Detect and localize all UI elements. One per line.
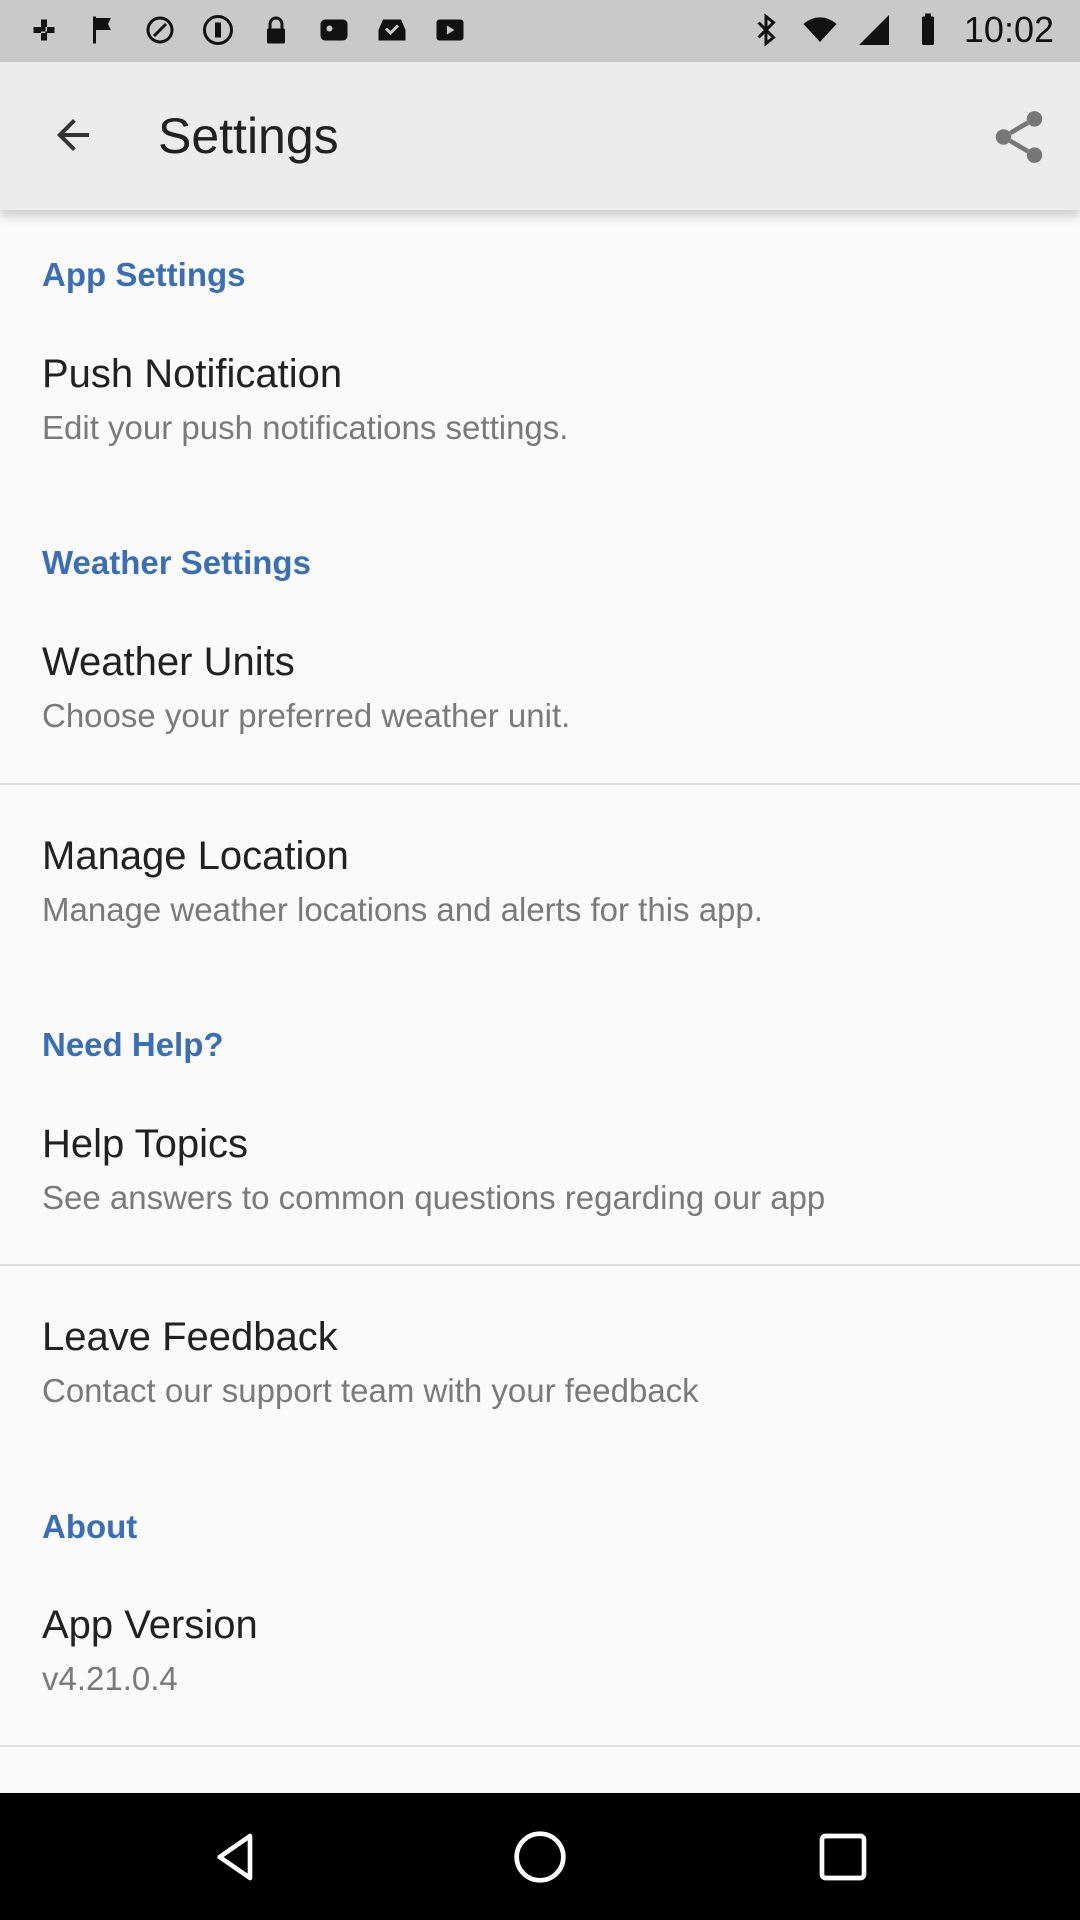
item-subtitle-manage-location: Manage weather locations and alerts for … — [42, 891, 763, 928]
bluetooth-icon — [757, 13, 776, 47]
nav-recents-button[interactable] — [803, 1817, 883, 1897]
status-bar: 10:02 — [0, 0, 1080, 62]
nav-back-button[interactable] — [196, 1817, 276, 1897]
clock: 10:02 — [963, 9, 1054, 50]
item-title-manage-location: Manage Location — [42, 834, 349, 878]
lock-icon — [267, 16, 285, 44]
item-title-leave-feedback: Leave Feedback — [42, 1315, 338, 1359]
divider — [0, 1745, 1080, 1747]
page-title: Settings — [158, 108, 339, 164]
divider — [0, 1264, 1080, 1266]
item-title-push-notification: Push Notification — [42, 352, 343, 396]
slack-icon — [33, 19, 55, 41]
inbox-check-icon — [378, 19, 406, 41]
arrow-back-icon — [57, 119, 89, 151]
item-subtitle-push-notification: Edit your push notifications settings. — [42, 409, 569, 446]
battery-icon — [921, 13, 934, 45]
navigation-bar — [0, 1793, 1080, 1920]
cell-signal-icon — [858, 15, 889, 45]
section-header-need-help: Need Help? — [42, 1026, 224, 1063]
item-title-app-version: App Version — [42, 1603, 258, 1647]
item-subtitle-help-topics: See answers to common questions regardin… — [42, 1179, 826, 1216]
item-subtitle-app-version: v4.21.0.4 — [42, 1660, 178, 1697]
triangle-back-icon — [217, 1833, 253, 1881]
item-title-help-topics: Help Topics — [42, 1122, 249, 1166]
fake-gps-icon — [146, 16, 174, 44]
back-button[interactable] — [40, 102, 106, 168]
item-title-weather-units: Weather Units — [42, 640, 295, 684]
item-subtitle-weather-units: Choose your preferred weather unit. — [42, 697, 571, 734]
item-subtitle-leave-feedback: Contact our support team with your feedb… — [42, 1372, 699, 1409]
play-icon — [436, 19, 464, 41]
square-recents-icon — [819, 1833, 867, 1881]
section-header-about: About — [42, 1508, 138, 1545]
circle-home-icon — [514, 1831, 566, 1883]
flag-icon — [93, 16, 111, 44]
wifi-icon — [803, 17, 837, 42]
app-bar: Settings — [0, 62, 1080, 210]
section-header-weather-settings: Weather Settings — [42, 544, 311, 581]
signal-circle-icon — [203, 15, 233, 45]
section-header-app-settings: App Settings — [42, 256, 246, 293]
share-icon — [995, 111, 1043, 163]
photo-icon — [320, 19, 348, 41]
share-button[interactable] — [984, 102, 1054, 172]
divider — [0, 783, 1080, 785]
nav-home-button[interactable] — [500, 1817, 580, 1897]
